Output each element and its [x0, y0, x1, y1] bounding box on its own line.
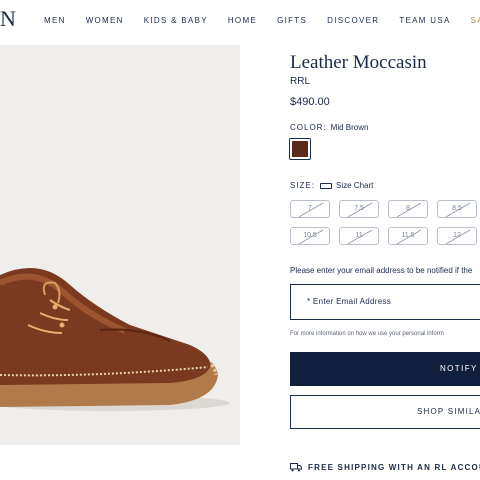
size-chart-label: Size Chart — [336, 181, 374, 190]
product-title: Leather Moccasin — [290, 52, 427, 73]
nav-men[interactable]: MEN — [44, 16, 66, 25]
size-option-12[interactable]: 12 — [437, 227, 477, 245]
size-option-10-5[interactable]: 10.5 — [290, 227, 330, 245]
size-chart-link[interactable]: Size Chart — [320, 181, 373, 190]
size-option-11-5[interactable]: 11.5 — [388, 227, 428, 245]
color-swatch-mid-brown[interactable] — [289, 138, 311, 160]
size-option-7[interactable]: 7 — [290, 200, 330, 218]
unavailable-slash-icon — [347, 202, 373, 217]
size-option-8[interactable]: 8 — [388, 200, 428, 218]
free-shipping-text: FREE SHIPPING WITH AN RL ACCOUNT — [308, 463, 480, 472]
nav-home[interactable]: HOME — [228, 16, 257, 25]
brand-logo[interactable]: N — [0, 6, 17, 32]
nav-sale[interactable]: SALE — [471, 16, 480, 25]
ruler-icon — [320, 182, 332, 189]
product-brand: RRL — [290, 76, 311, 87]
product-price: $490.00 — [290, 96, 330, 108]
unavailable-slash-icon — [396, 229, 422, 244]
size-label: SIZE: — [290, 181, 316, 190]
unavailable-slash-icon — [445, 229, 471, 244]
unavailable-slash-icon — [445, 202, 471, 217]
unavailable-slash-icon — [347, 229, 373, 244]
nav-kids-baby[interactable]: KIDS & BABY — [144, 16, 208, 25]
truck-icon — [290, 463, 302, 472]
swatch-fill — [292, 141, 308, 157]
main-nav: MEN WOMEN KIDS & BABY HOME GIFTS DISCOVE… — [44, 16, 480, 25]
size-option-7-5[interactable]: 7.5 — [339, 200, 379, 218]
unavailable-slash-icon — [396, 202, 422, 217]
notify-me-button[interactable]: NOTIFY M — [290, 352, 480, 386]
color-label: COLOR: Mid Brown — [290, 123, 368, 132]
notify-prompt: Please enter your email address to be no… — [290, 266, 473, 275]
privacy-info: For more information on how we use your … — [290, 331, 444, 337]
color-value: Mid Brown — [330, 123, 369, 132]
moccasin-illustration — [0, 267, 230, 411]
email-input[interactable]: * Enter Email Address — [290, 284, 480, 320]
product-image[interactable] — [0, 45, 240, 445]
unavailable-slash-icon — [298, 229, 324, 244]
nav-women[interactable]: WOMEN — [86, 16, 124, 25]
free-shipping-banner: FREE SHIPPING WITH AN RL ACCOUNT — [290, 463, 480, 472]
nav-discover[interactable]: DISCOVER — [327, 16, 379, 25]
nav-gifts[interactable]: GIFTS — [277, 16, 307, 25]
shop-similar-button[interactable]: SHOP SIMILAR — [290, 395, 480, 429]
color-label-text: COLOR: — [290, 123, 327, 132]
size-option-8-5[interactable]: 8.5 — [437, 200, 477, 218]
unavailable-slash-icon — [298, 202, 324, 217]
nav-team-usa[interactable]: TEAM USA — [399, 16, 450, 25]
size-option-11[interactable]: 11 — [339, 227, 379, 245]
